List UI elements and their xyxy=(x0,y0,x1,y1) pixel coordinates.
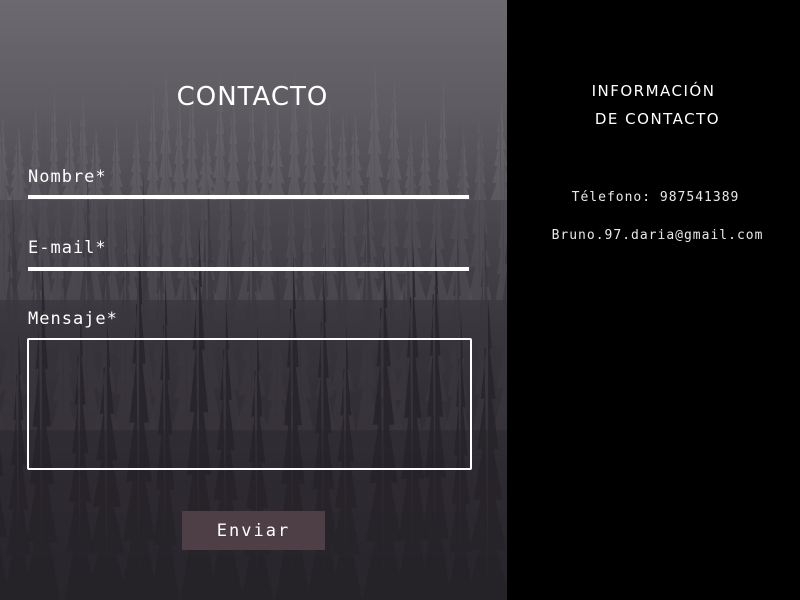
message-field[interactable] xyxy=(27,338,472,470)
send-button[interactable]: Enviar xyxy=(182,511,325,550)
name-field[interactable] xyxy=(28,194,469,199)
info-title-line1: INFORMACIÓN xyxy=(591,82,716,100)
message-label: Mensaje* xyxy=(28,309,118,329)
contact-form-panel: CONTACTO Nombre* E-mail* Mensaje* Enviar xyxy=(0,0,507,600)
info-title-line2: DE CONTACTO xyxy=(594,110,721,128)
email-label: E-mail* xyxy=(28,238,107,258)
contact-info-panel: INFORMACIÓN DE CONTACTO Télefono: 987541… xyxy=(507,0,800,600)
email-field[interactable] xyxy=(28,266,469,271)
page-title: CONTACTO xyxy=(176,82,329,112)
name-label: Nombre* xyxy=(28,167,107,187)
contact-email: Bruno.97.daria@gmail.com xyxy=(551,228,764,243)
contact-phone: Télefono: 987541389 xyxy=(571,190,740,205)
